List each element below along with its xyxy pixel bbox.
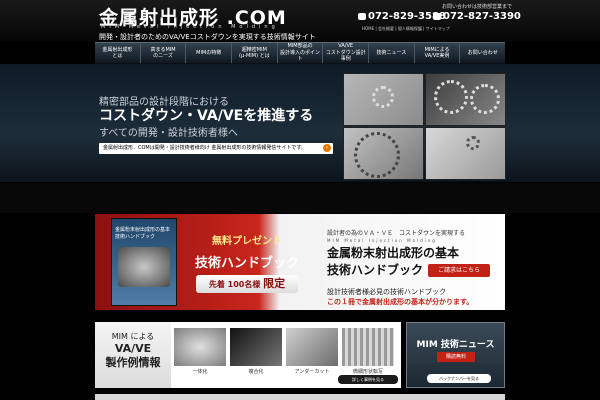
fax-number: 072-827-3390 (433, 11, 521, 22)
request-button[interactable]: ご請求はこちら (428, 264, 490, 277)
main-nav: 金属射出成形 とは 高まるMIM のニーズ MIMの特徴 超精密MIM (μ-M… (95, 42, 505, 64)
news-title: MIM 技術ニュース (416, 340, 495, 350)
back-number-button[interactable]: バックナンバーを見る (427, 374, 491, 383)
footer-strip (95, 394, 505, 400)
fax-icon (433, 13, 441, 20)
promo-subtitle: 設計者の為のＶＡ・ＶＥ コストダウンを実現する (327, 230, 466, 237)
turbine-icon (354, 132, 400, 178)
case-thumb-micro-transfer[interactable] (342, 328, 394, 366)
case-label: 一体化 (192, 369, 208, 375)
turbine-photo (343, 127, 424, 180)
gear-icon (470, 84, 500, 114)
free-gift-label: 無料プレゼント (212, 236, 282, 247)
arrow-right-icon: › (323, 144, 331, 152)
handbook-cover: 金属粉末射出成形の基本 技術ハンドブック (111, 218, 177, 306)
contact-note: お問い合わせは技術部営業まで (442, 4, 513, 10)
cases-heading: MIM による VA/VE 製作例情報 (95, 322, 171, 388)
nav-item-design-points[interactable]: MIM部品の 設計導入のポイント (276, 43, 323, 63)
book-cover-image (118, 247, 170, 287)
case-label: アンダーカット (294, 369, 330, 375)
nav-item-contact[interactable]: お問い合わせ (459, 43, 505, 63)
gear-icon (372, 86, 394, 108)
promo-mim-label: MIM Metal Injection Molding (327, 238, 437, 243)
hero-intro-button[interactable]: 金属射出成形．COMは開発・設計技術者様向け 金属射出成形の技術情報発信サイトで… (99, 143, 333, 154)
detail-cases-button[interactable]: 詳しく事例を見る (338, 375, 398, 384)
nav-item-mim-needs[interactable]: 高まるMIM のニーズ (139, 43, 186, 63)
nav-item-mim-about[interactable]: 金属射出成形 とは (95, 43, 140, 63)
promo-need-highlight: この１冊で金属射出成形の基本が分かります。 (327, 298, 474, 306)
nav-item-micro-mim[interactable]: 超精密MIM (μ-MIM) とは (231, 43, 277, 63)
hero-headline: コストダウン・VA/VEを推進する (99, 108, 314, 124)
micro-part-photo (425, 127, 506, 180)
tech-news-panel[interactable]: MIM 技術ニュース 購読無料 バックナンバーを見る (406, 322, 505, 388)
subscribe-badge[interactable]: 購読無料 (437, 352, 475, 362)
handbook-label: 技術ハンドブック (194, 256, 299, 271)
utility-links[interactable]: HOME | 会社概要 | 個人情報保護 | サイトマップ (362, 26, 450, 32)
case-thumb-composite[interactable] (230, 328, 282, 366)
case-label: 微細形状転写 (352, 369, 383, 375)
precision-part-photo (343, 73, 424, 126)
case-thumb-undercut[interactable] (286, 328, 338, 366)
nav-item-vave-examples[interactable]: MIMによる VA/VE実例 (413, 43, 460, 63)
nav-item-mim-features[interactable]: MIMの特徴 (185, 43, 231, 63)
logo-subtitle: MIM Metal Injection Molding (101, 24, 279, 30)
case-label: 複合化 (248, 369, 264, 375)
gear-icon (466, 136, 480, 150)
site-tagline: 開発・設計者のためのVA/VEコストダウンを実現する技術情報サイト (99, 33, 316, 41)
hero-photo-grid (343, 73, 507, 181)
book-title: 金属粉末射出成形の基本 技術ハンドブック (115, 227, 171, 240)
limited-badge: 先着 100名様 限定 (196, 275, 298, 293)
promo-need-text: 設計技術者様必見の技術ハンドブック (327, 288, 446, 296)
divider-strip (0, 183, 600, 213)
nav-item-vave-cases[interactable]: VA/VE コストダウン設計事例 (322, 43, 368, 63)
phone-icon (358, 13, 366, 20)
hero-line3: すべての開発・設計技術者様へ (99, 128, 238, 139)
nav-item-tech-news[interactable]: 技術ニュース (368, 43, 414, 63)
case-thumb-integration[interactable] (174, 328, 226, 366)
gears-photo (425, 73, 506, 126)
gear-icon (434, 80, 468, 114)
